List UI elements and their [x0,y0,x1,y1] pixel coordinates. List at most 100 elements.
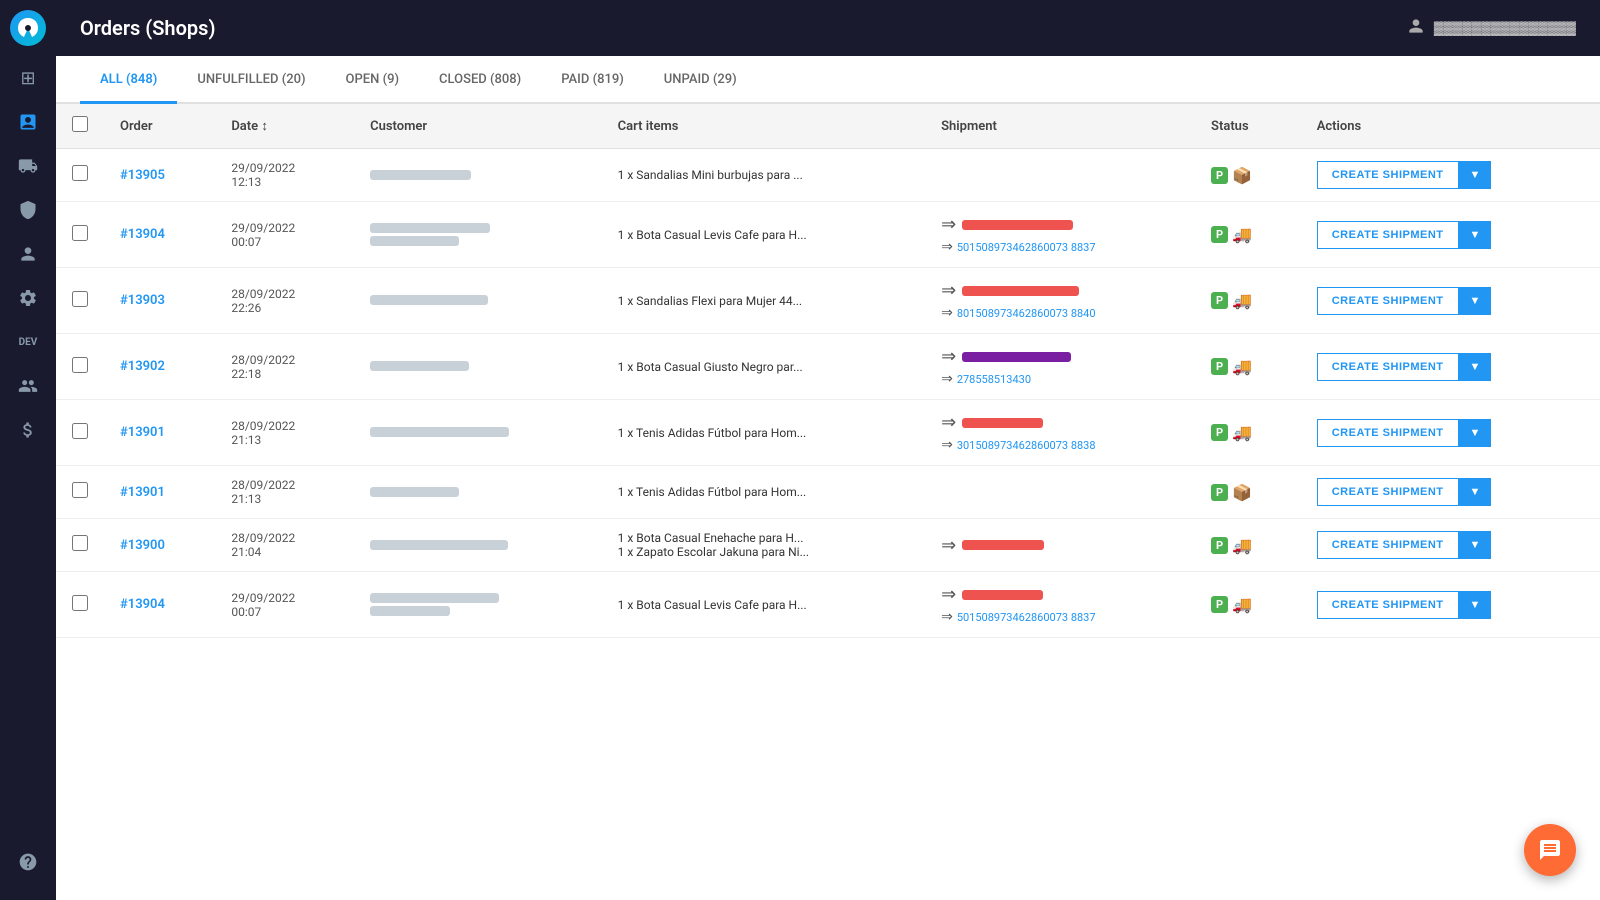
order-link[interactable]: #13905 [120,168,165,183]
status-cell: P 🚚 [1211,225,1285,244]
date-cell: 28/09/202222:26 [231,287,338,315]
date-cell: 28/09/202221:04 [231,531,338,559]
logo-mark [10,10,46,46]
contacts-icon[interactable] [0,232,56,276]
order-link[interactable]: #13904 [120,227,165,242]
row-checkbox[interactable] [72,535,88,551]
create-shipment-button[interactable]: CREATE SHIPMENT [1317,353,1459,381]
user-menu[interactable]: ▓▓▓▓▓▓▓▓▓▓▓▓▓▓▓ [1406,16,1576,40]
chat-button[interactable] [1524,824,1576,876]
status-icon2: 🚚 [1232,357,1252,376]
create-shipment-dropdown[interactable]: ▼ [1459,221,1492,249]
shipment-number: 501508973462860073 8837 [957,611,1096,624]
status-paid-badge: P [1211,167,1228,184]
status-cell: P 🚚 [1211,595,1285,614]
tab-all[interactable]: ALL (848) [80,56,177,104]
row-checkbox[interactable] [72,165,88,181]
create-shipment-button[interactable]: CREATE SHIPMENT [1317,419,1459,447]
status-paid-badge: P [1211,292,1228,309]
order-link[interactable]: #13901 [120,485,165,500]
billing-icon[interactable] [0,408,56,452]
create-shipment-dropdown[interactable]: ▼ [1459,531,1492,559]
customer-blurred [370,295,488,305]
status-cell: P 🚚 [1211,291,1285,310]
settings-icon[interactable] [0,276,56,320]
page-title: Orders (Shops) [80,16,215,40]
status-cell: P 🚚 [1211,423,1285,442]
shipment-cell: ⇒ ⇒ 501508973462860073 8837 [941,584,1179,625]
status-paid-badge: P [1211,484,1228,501]
create-shipment-dropdown[interactable]: ▼ [1459,419,1492,447]
order-link[interactable]: #13902 [120,359,165,374]
orders-icon[interactable] [0,100,56,144]
shipment-number: 301508973462860073 8838 [957,439,1096,452]
date-cell: 29/09/202212:13 [231,161,338,189]
select-all-checkbox[interactable] [72,116,88,132]
row-checkbox[interactable] [72,482,88,498]
order-link[interactable]: #13900 [120,538,165,553]
col-status: Status [1195,104,1301,149]
actions-cell: CREATE SHIPMENT ▼ [1317,478,1584,506]
create-shipment-button[interactable]: CREATE SHIPMENT [1317,287,1459,315]
row-checkbox[interactable] [72,357,88,373]
col-date[interactable]: Date ↕ [215,104,354,149]
order-link[interactable]: #13904 [120,597,165,612]
create-shipment-dropdown[interactable]: ▼ [1459,287,1492,315]
create-shipment-button[interactable]: CREATE SHIPMENT [1317,221,1459,249]
logo[interactable] [0,0,56,56]
status-paid-badge: P [1211,596,1228,613]
tab-closed[interactable]: CLOSED (808) [419,56,541,104]
dashboard-icon[interactable]: ⊞ [0,56,56,100]
help-icon[interactable] [0,840,56,884]
create-shipment-dropdown[interactable]: ▼ [1459,353,1492,381]
security-icon[interactable] [0,188,56,232]
status-icon2: 📦 [1232,483,1252,502]
tab-open[interactable]: OPEN (9) [326,56,420,104]
actions-cell: CREATE SHIPMENT ▼ [1317,221,1584,249]
user-icon [1406,16,1426,40]
dev-icon[interactable]: DEV [0,320,56,364]
col-customer: Customer [354,104,602,149]
actions-cell: CREATE SHIPMENT ▼ [1317,161,1584,189]
create-shipment-button[interactable]: CREATE SHIPMENT [1317,161,1459,189]
create-shipment-dropdown[interactable]: ▼ [1459,161,1492,189]
status-icon2: 🚚 [1232,423,1252,442]
row-checkbox[interactable] [72,423,88,439]
col-actions: Actions [1301,104,1600,149]
create-shipment-button[interactable]: CREATE SHIPMENT [1317,591,1459,619]
cart-item-text: 1 x Tenis Adidas Fútbol para Hom... [618,426,909,440]
create-shipment-button[interactable]: CREATE SHIPMENT [1317,531,1459,559]
shipment-number: 801508973462860073 8840 [957,307,1096,320]
shipment-cell: ⇒ [941,535,1179,556]
actions-cell: CREATE SHIPMENT ▼ [1317,591,1584,619]
cart-item-text: 1 x Sandalias Mini burbujas para ... [618,168,909,182]
customer-blurred [370,427,509,437]
tab-paid[interactable]: PAID (819) [541,56,644,104]
customer-blurred [370,606,450,616]
create-shipment-button[interactable]: CREATE SHIPMENT [1317,478,1459,506]
status-cell: P 📦 [1211,483,1285,502]
row-checkbox[interactable] [72,595,88,611]
tab-unfulfilled[interactable]: UNFULFILLED (20) [177,56,325,104]
user-label: ▓▓▓▓▓▓▓▓▓▓▓▓▓▓▓ [1434,20,1576,36]
cart-item-text: 1 x Bota Casual Giusto Negro par... [618,360,909,374]
tab-unpaid[interactable]: UNPAID (29) [644,56,757,104]
table-row: #1390228/09/202222:181 x Bota Casual Giu… [56,334,1600,400]
row-checkbox[interactable] [72,225,88,241]
customer-blurred [370,236,459,246]
topbar: Orders (Shops) ▓▓▓▓▓▓▓▓▓▓▓▓▓▓▓ [56,0,1600,56]
create-shipment-dropdown[interactable]: ▼ [1459,591,1492,619]
status-paid-badge: P [1211,537,1228,554]
cart-item-text: 1 x Zapato Escolar Jakuna para Ni... [618,545,909,559]
status-icon2: 🚚 [1232,225,1252,244]
actions-cell: CREATE SHIPMENT ▼ [1317,419,1584,447]
create-shipment-dropdown[interactable]: ▼ [1459,478,1492,506]
order-link[interactable]: #13903 [120,293,165,308]
shipping-icon[interactable] [0,144,56,188]
date-cell: 29/09/202200:07 [231,221,338,249]
team-icon[interactable] [0,364,56,408]
order-link[interactable]: #13901 [120,425,165,440]
status-icon2: 📦 [1232,166,1252,185]
row-checkbox[interactable] [72,291,88,307]
status-cell: P 🚚 [1211,357,1285,376]
